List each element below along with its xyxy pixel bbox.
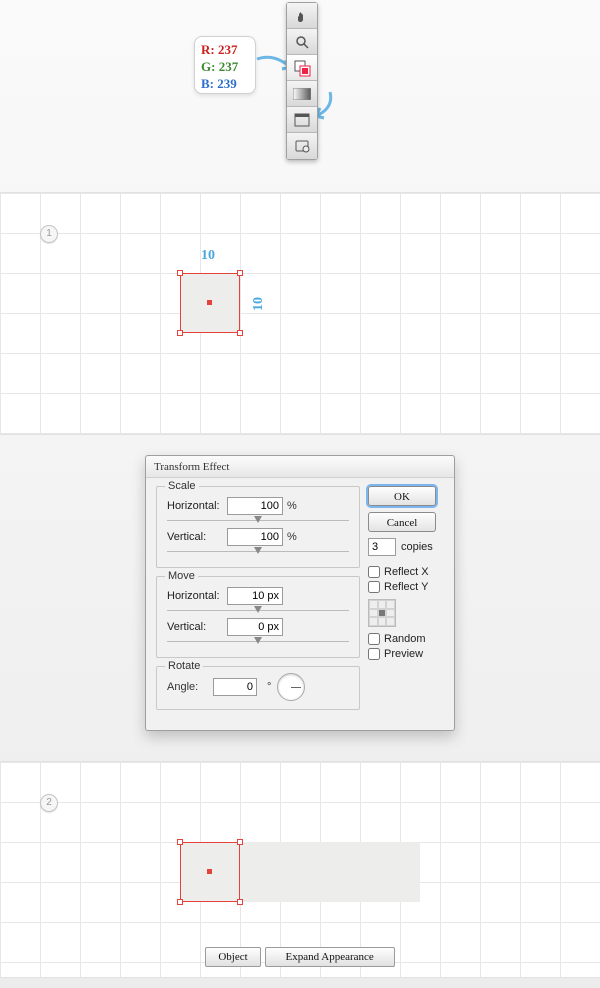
preview-label: Preview [384,648,423,660]
scale-h-input[interactable] [227,497,283,515]
angle-dial[interactable] [277,673,305,701]
center-marker [207,300,212,305]
scale-v-slider[interactable] [167,548,349,555]
scale-v-unit: % [287,531,297,543]
screen-mode-icon[interactable] [287,107,317,133]
selected-rectangle[interactable] [180,273,240,333]
transform-effect-dialog: Transform Effect Scale Horizontal: % Ver… [145,455,455,731]
resize-handle[interactable] [237,330,243,336]
move-v-input[interactable] [227,618,283,636]
selected-rectangle[interactable] [180,842,240,902]
copies-label: copies [401,541,433,553]
reflect-x-label: Reflect X [384,566,429,578]
scale-h-slider[interactable] [167,517,349,524]
random-label: Random [384,633,426,645]
scale-v-label: Vertical: [167,531,227,543]
move-h-slider[interactable] [167,607,349,614]
rgb-tooltip: R: 237 G: 237 B: 239 [194,36,256,94]
move-legend: Move [165,570,198,582]
scale-group: Scale Horizontal: % Vertical: % [156,486,360,568]
scale-h-label: Horizontal: [167,500,227,512]
rotate-group: Rotate Angle: ° [156,666,360,710]
hand-tool-icon[interactable] [287,3,317,29]
zoom-tool-icon[interactable] [287,29,317,55]
rgb-r: R: 237 [201,41,249,58]
rgb-g: G: 237 [201,58,249,75]
resize-handle[interactable] [177,330,183,336]
scale-v-input[interactable] [227,528,283,546]
canvas-step-2: 2 Object Expand Appearance [0,761,600,978]
copies-input[interactable] [368,538,396,556]
move-group: Move Horizontal: Vertical: [156,576,360,658]
cancel-button[interactable]: Cancel [368,512,436,532]
move-h-input[interactable] [227,587,283,605]
tools-panel [286,2,318,160]
step-badge: 1 [40,225,58,243]
reflect-x-checkbox[interactable] [368,566,380,578]
reference-point-grid[interactable] [368,599,396,627]
reflect-y-label: Reflect Y [384,581,428,593]
resize-handle[interactable] [177,270,183,276]
move-h-label: Horizontal: [167,590,227,602]
angle-label: Angle: [167,681,207,693]
center-marker [207,869,212,874]
fill-stroke-icon[interactable] [287,55,317,81]
scale-h-unit: % [287,500,297,512]
resize-handle[interactable] [177,899,183,905]
angle-input[interactable] [213,678,257,696]
dialog-title: Transform Effect [146,456,454,478]
menu-expand-appearance[interactable]: Expand Appearance [265,947,395,967]
rgb-b: B: 239 [201,75,249,92]
dimension-width: 10 [201,248,215,264]
step-badge: 2 [40,794,58,812]
canvas-step-1: 1 10 10 [0,192,600,435]
move-v-label: Vertical: [167,621,227,633]
ok-button[interactable]: OK [368,486,436,506]
scale-legend: Scale [165,480,199,492]
move-v-slider[interactable] [167,638,349,645]
random-checkbox[interactable] [368,633,380,645]
rotate-legend: Rotate [165,660,203,672]
resize-handle[interactable] [177,839,183,845]
angle-unit: ° [267,681,271,693]
preview-checkbox[interactable] [368,648,380,660]
resize-handle[interactable] [237,270,243,276]
resize-handle[interactable] [237,899,243,905]
reflect-y-checkbox[interactable] [368,581,380,593]
gradient-icon[interactable] [287,81,317,107]
dimension-height: 10 [251,297,267,311]
menu-object[interactable]: Object [205,947,260,967]
resize-handle[interactable] [237,839,243,845]
transform-copies-shape [240,842,420,902]
document-badge-icon[interactable] [287,133,317,159]
